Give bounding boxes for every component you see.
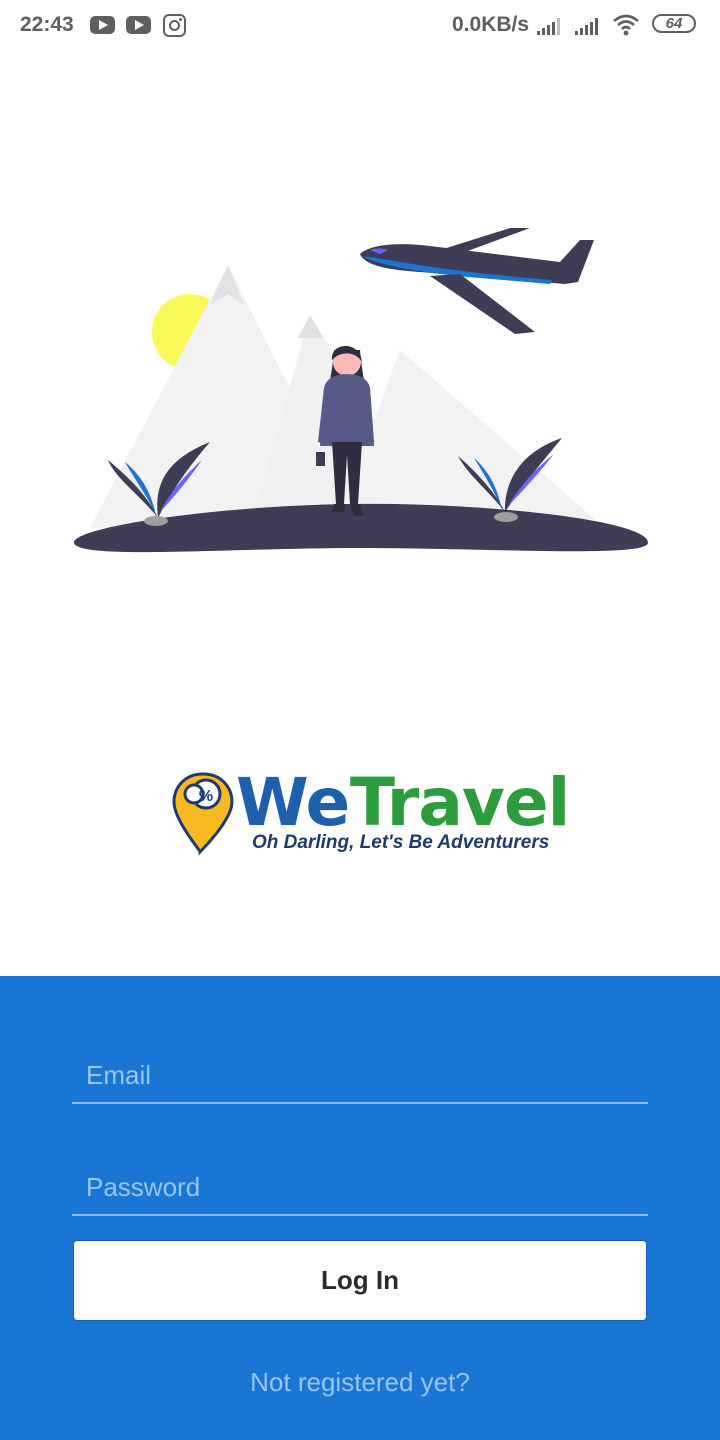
logo-percent-symbol: % (199, 788, 213, 805)
wetravel-logo: % We Travel Oh Darling, Let's Be Adventu… (170, 764, 570, 860)
location-pin-icon: % (172, 772, 234, 856)
password-field (72, 1156, 648, 1216)
logo-tagline: Oh Darling, Let's Be Adventurers (252, 832, 550, 853)
instagram-icon (163, 14, 186, 37)
network-speed: 0.0KB/s (452, 13, 530, 36)
email-input[interactable] (84, 1052, 638, 1098)
logo-word-travel: Travel (350, 764, 570, 841)
signal-icon (575, 15, 605, 35)
battery-icon: 64 (652, 14, 696, 33)
airplane-shape (360, 228, 594, 334)
password-input[interactable] (84, 1164, 638, 1210)
youtube-icon (126, 16, 151, 34)
status-time: 22:43 (20, 13, 74, 36)
wifi-icon (613, 14, 639, 36)
travel-illustration (73, 228, 649, 553)
mountain-shape (335, 350, 605, 528)
status-bar: 22:43 0.0KB/s 64 (0, 0, 720, 50)
youtube-icon (90, 16, 115, 34)
register-link[interactable]: Not registered yet? (0, 1367, 720, 1398)
email-field (72, 1044, 648, 1104)
logo-word-we: We (236, 764, 350, 841)
login-button[interactable]: Log In (73, 1240, 647, 1321)
signal-icon (537, 15, 567, 35)
